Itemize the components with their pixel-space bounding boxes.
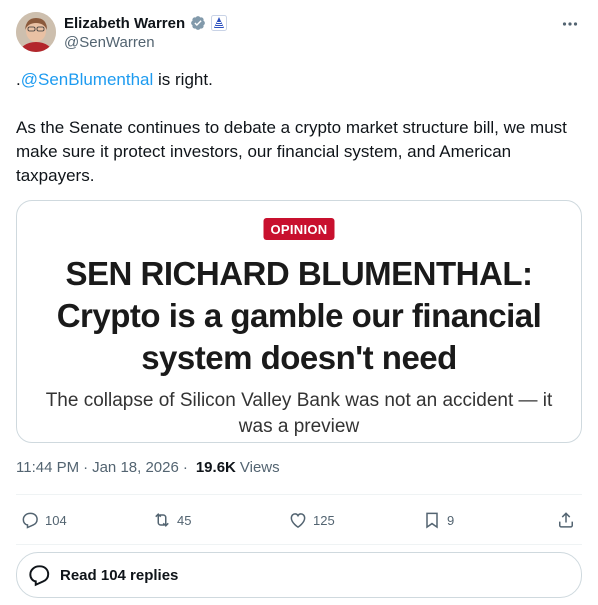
repost-button[interactable]: 45 [152,505,191,535]
views-label: Views [239,459,280,476]
mention-link[interactable]: @SenBlumenthal [21,70,154,89]
bookmark-button[interactable]: 9 [422,505,454,535]
reply-bubble-icon [29,565,50,587]
bookmark-count: 9 [447,512,455,528]
tweet-text: .@SenBlumenthal is right. As the Senate … [16,68,582,188]
action-bar: 104 45 125 9 [16,505,582,535]
reply-button[interactable]: 104 [20,505,67,535]
verified-badge-icon [191,16,206,30]
meta-separator: · [182,459,188,476]
reply-count: 104 [45,512,67,528]
opinion-label: OPINION [263,218,335,240]
views-count: 19.6K [195,459,236,476]
tweet-body: As the Senate continues to debate a cryp… [16,118,567,185]
mention-suffix: is right. [153,70,213,89]
read-replies-button[interactable]: Read 104 replies [16,552,582,598]
like-count: 125 [313,512,335,528]
tweet-time[interactable]: 11:44 PM [16,459,79,476]
tweet-first-line: .@SenBlumenthal is right. [16,68,582,92]
divider [16,544,582,545]
avatar[interactable] [16,12,56,52]
like-button[interactable]: 125 [288,505,335,535]
tweet-header: Elizabeth Warren @SenWarren [16,12,582,56]
reply-icon [22,512,38,529]
more-options-icon[interactable] [560,14,580,34]
tweet-date[interactable]: Jan 18, 2026 [92,459,179,476]
author-handle[interactable]: @SenWarren [64,34,227,51]
meta-separator: · [83,459,89,476]
card-subhead: The collapse of Silicon Valley Bank was … [45,390,553,437]
heart-icon [290,513,306,528]
repost-icon [155,513,169,527]
bookmark-icon [426,512,438,529]
link-card[interactable]: OPINION SEN RICHARD BLUMENTHAL: Crypto i… [16,200,582,443]
read-replies-label: Read 104 replies [60,566,179,584]
share-icon [559,512,573,528]
divider [16,494,582,495]
share-button[interactable] [556,505,576,535]
us-senate-badge-icon [211,15,228,31]
repost-count: 45 [177,512,192,528]
author-display-name[interactable]: Elizabeth Warren [64,15,185,32]
card-headline: SEN RICHARD BLUMENTHAL: Crypto is a gamb… [56,255,542,376]
tweet-meta: 11:44 PM · Jan 18, 2026 · 19.6K Views [16,459,280,476]
